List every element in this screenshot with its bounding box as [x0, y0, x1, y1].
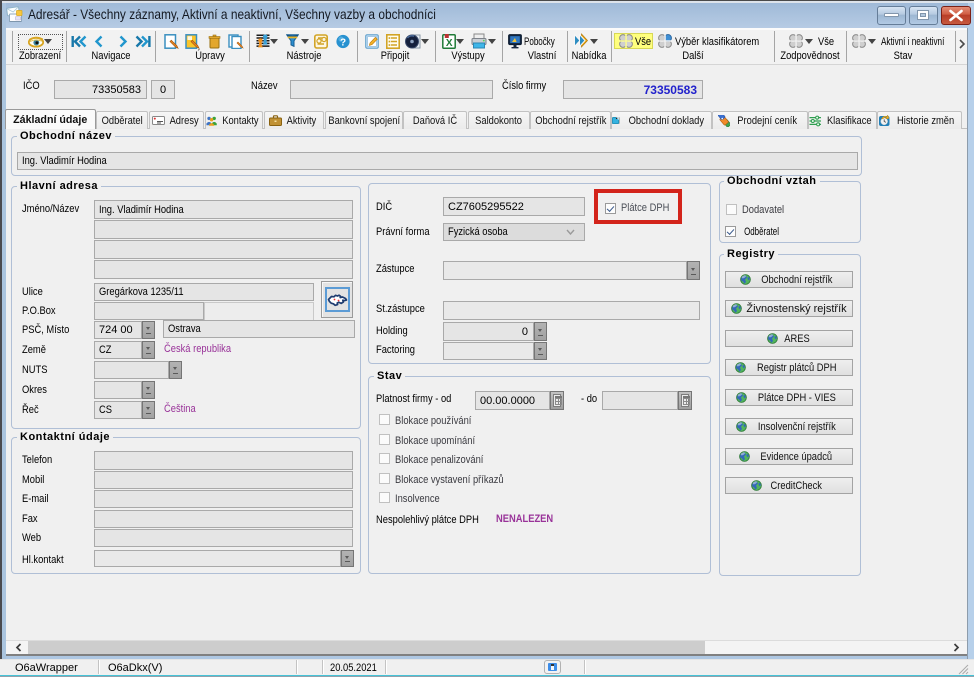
- svg-text:?: ?: [340, 38, 346, 49]
- svg-text:X: X: [446, 38, 453, 49]
